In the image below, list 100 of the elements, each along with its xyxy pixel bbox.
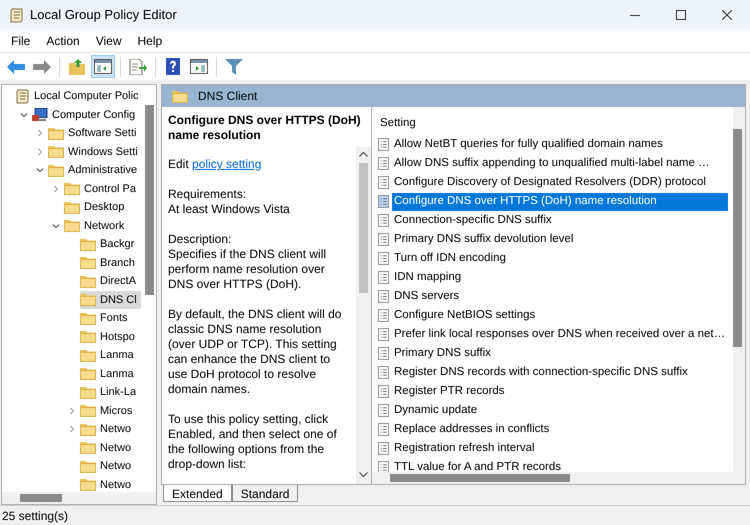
scroll-up-icon[interactable] [359,151,368,157]
description-scrollbar[interactable] [356,147,371,484]
policy-icon [378,385,389,398]
policy-icon [378,366,389,379]
policy-icon [378,138,389,151]
tree-item[interactable]: Software Setti [48,124,140,142]
properties-pane-icon [190,59,208,74]
settings-scrollbar[interactable] [733,107,745,472]
folder-icon [80,404,96,418]
close-icon [722,10,732,20]
description-text: Specifies if the DNS client will perform name resolution over DNS over HTTPS (DoH). [168,247,328,292]
expand-chevron-icon[interactable] [36,148,44,156]
menu-item[interactable]: File [3,32,38,50]
edit-label: Edit [168,157,190,171]
scroll-down-icon[interactable] [359,472,368,478]
collapse-chevron-icon[interactable] [36,166,44,174]
maximize-icon [676,10,686,20]
policy-icon [378,309,389,322]
tree-item[interactable]: Netwo [80,457,136,476]
description-text: To use this policy setting, click Enabled, and then select one of the following options from the drop-down list: [168,412,338,472]
policy-icon [378,271,389,284]
tree-item[interactable]: DirectA [80,272,140,290]
description-text: By default, the DNS client will do classic DNS name resolution (over UDP or TCP). This setting can enhance the DNS client to use DoH protocol to resolve domain names. [168,307,342,397]
policy-icon [378,233,389,246]
menu-item[interactable]: Action [38,32,88,50]
tree-item[interactable]: Netwo [80,438,136,457]
folder-icon [80,478,96,492]
folder-icon [64,182,80,196]
folder-icon [48,126,64,140]
policy-icon [378,157,389,170]
tree-item[interactable]: Local Computer Polic [16,87,143,106]
description-text: At least Windows Vista [168,202,291,217]
setting-row[interactable]: TTL value for A and PTR records [392,458,564,472]
tree-item[interactable]: Control Pa [64,180,140,198]
folder-icon [64,200,80,214]
policy-icon [378,461,389,472]
folder-up-icon [69,58,85,74]
policy-icon [378,176,389,189]
horizontal-scrollbar[interactable] [2,492,156,504]
policy-icon [378,290,389,303]
category-title: DNS Client [198,88,258,105]
tree-item[interactable]: Fonts [80,309,132,328]
tree-item[interactable]: Desktop [64,198,128,216]
policy-setting-link[interactable]: policy setting [192,157,262,171]
policy-icon [378,347,389,360]
folder-icon [80,441,96,454]
minimize-icon [630,14,640,16]
tree-item[interactable]: Lanma [80,346,138,364]
tree-item[interactable]: Netwo [80,420,136,438]
collapse-chevron-icon[interactable] [20,110,28,119]
status-text: 25 setting(s) [2,508,68,524]
folder-icon [80,460,96,473]
expand-chevron-icon[interactable] [52,184,60,193]
tree-item[interactable]: Hotspo [80,328,139,346]
column-header[interactable]: Setting [378,115,733,133]
folder-icon [80,422,96,436]
tree-item[interactable]: Administrative [48,161,142,180]
expand-chevron-icon[interactable] [68,425,76,434]
tree-item[interactable]: Windows Setti [48,142,142,161]
scrollbar-thumb[interactable] [359,163,368,293]
settings-horizontal-scrollbar[interactable] [372,472,745,484]
tree-item[interactable]: Link-La [80,383,140,402]
expand-chevron-icon[interactable] [68,406,76,415]
policy-icon [378,404,389,417]
tree-item[interactable]: Micros [80,402,136,420]
expand-chevron-icon[interactable] [36,129,44,138]
menu-item[interactable]: View [88,32,130,50]
tree-item[interactable]: Network [64,216,128,235]
tree-item[interactable]: DNS Cl [80,290,141,309]
folder-icon [80,312,96,325]
description-text: Requirements: [168,187,248,202]
tree-button[interactable] [91,55,115,78]
folder-icon [80,238,96,251]
folder-icon [80,330,96,344]
scroll-icon [10,8,24,22]
policy-icon [378,252,389,265]
vertical-scrollbar[interactable] [145,105,154,295]
folder-icon [80,293,96,306]
folder-icon [80,348,96,362]
back-arrow-icon [7,60,25,74]
tree-item[interactable]: Backgr [80,235,138,254]
policy-icon [378,442,389,455]
menu-item[interactable]: Help [130,32,170,50]
tree-item[interactable]: Lanma [80,364,138,383]
collapse-chevron-icon[interactable] [52,222,60,230]
tree-item[interactable]: Branch [80,254,139,272]
setting-row[interactable]: Configure DNS over HTTPS (DoH) name resolution [392,192,728,210]
folder-icon [48,145,64,158]
computer-icon [32,108,48,122]
description-text: Description: [168,232,232,247]
export-list-icon [129,58,147,74]
window-title: Local Group Policy Editor [30,6,177,24]
scroll-icon [16,88,30,104]
view-tab[interactable]: Extended [163,485,232,502]
tree-item[interactable]: Computer Config [32,106,140,124]
view-tab[interactable]: Standard [232,485,298,502]
folder-icon [80,386,96,399]
folder-icon [80,274,96,288]
tree-item[interactable]: Netwo [80,476,136,492]
forward-arrow-icon [33,60,51,74]
